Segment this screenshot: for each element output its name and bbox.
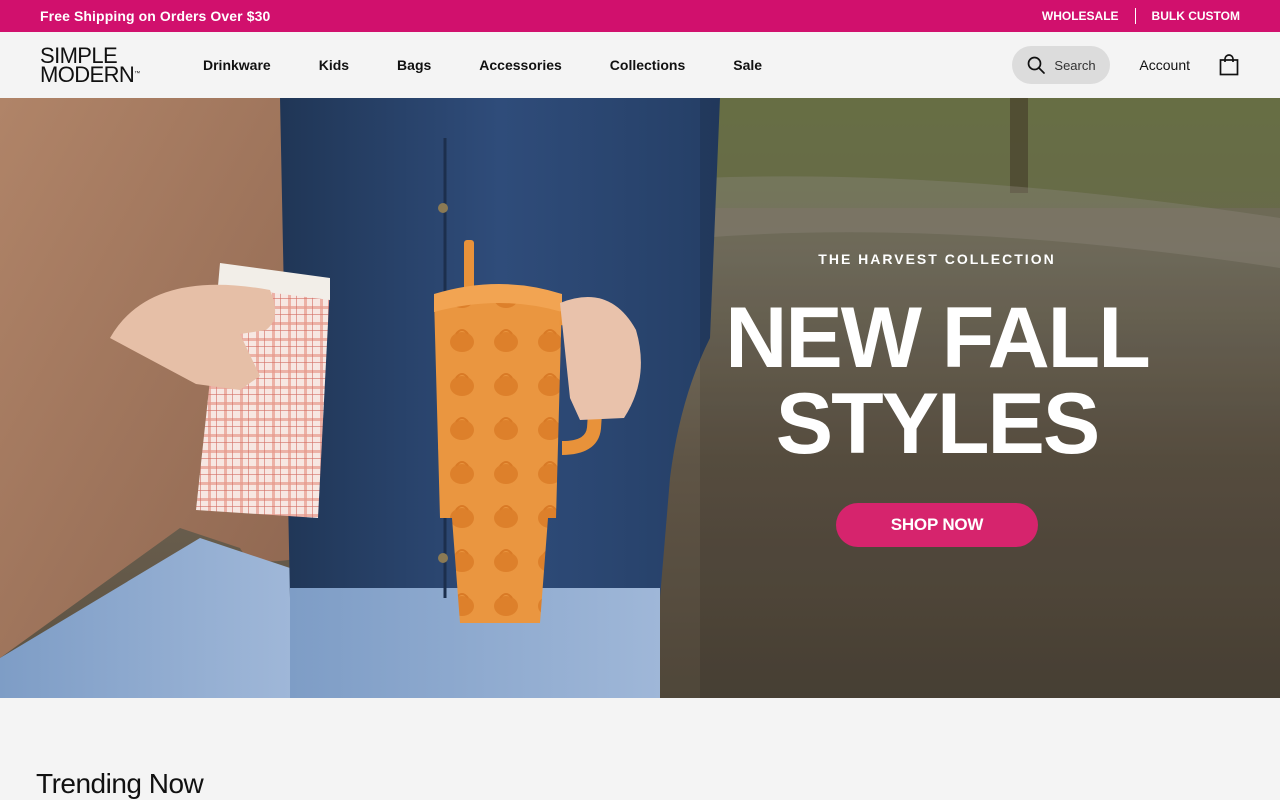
brand-logo[interactable]: SIMPLE MODERN™	[40, 45, 158, 87]
nav-sale[interactable]: Sale	[733, 57, 762, 73]
hero-eyebrow: THE HARVEST COLLECTION	[818, 251, 1056, 267]
site-header: SIMPLE MODERN™ Drinkware Kids Bags Acces…	[0, 32, 1280, 98]
nav-collections[interactable]: Collections	[610, 57, 685, 73]
header-actions: Search Account	[1012, 46, 1240, 84]
logo-line-2: MODERN™	[40, 62, 140, 87]
hero-headline-line-2: STYLES	[775, 376, 1101, 472]
search-icon	[1028, 56, 1046, 74]
shop-now-button[interactable]: SHOP NOW	[836, 503, 1038, 547]
cart-button[interactable]	[1218, 53, 1240, 77]
nav-kids[interactable]: Kids	[319, 57, 349, 73]
search-button[interactable]: Search	[1012, 46, 1111, 84]
trending-now-heading: Trending Now	[36, 768, 204, 799]
hero-headline: NEW FALL STYLES	[725, 290, 1150, 472]
utility-links: WHOLESALE BULK CUSTOM	[1042, 8, 1240, 24]
account-link[interactable]: Account	[1139, 57, 1190, 73]
hero-banner: THE HARVEST COLLECTION NEW FALL STYLES S…	[0, 98, 1280, 698]
free-shipping-promo: Free Shipping on Orders Over $30	[40, 8, 271, 24]
wholesale-link[interactable]: WHOLESALE	[1042, 9, 1119, 23]
nav-accessories[interactable]: Accessories	[479, 57, 562, 73]
bulk-custom-link[interactable]: BULK CUSTOM	[1152, 9, 1240, 23]
nav-drinkware[interactable]: Drinkware	[203, 57, 271, 73]
main-nav: Drinkware Kids Bags Accessories Collecti…	[203, 57, 810, 73]
hero-copy: THE HARVEST COLLECTION NEW FALL STYLES S…	[712, 98, 1162, 698]
hero-headline-line-1: NEW FALL	[725, 290, 1150, 386]
utility-divider	[1134, 8, 1136, 24]
nav-bags[interactable]: Bags	[397, 57, 431, 73]
announcement-bar: Free Shipping on Orders Over $30 WHOLESA…	[0, 0, 1280, 32]
search-label: Search	[1054, 57, 1096, 73]
shopping-bag-icon	[1219, 54, 1239, 76]
